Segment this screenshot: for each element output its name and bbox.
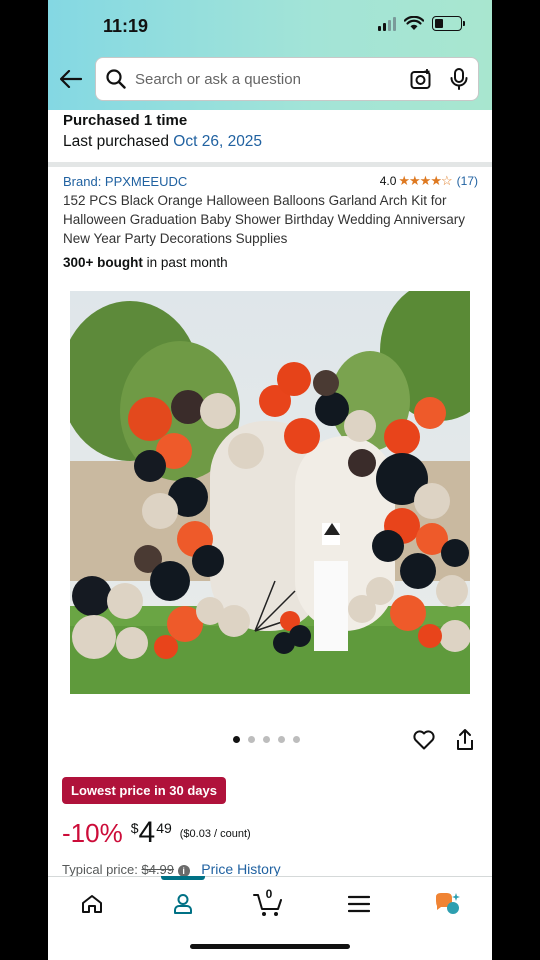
nav-cart-icon[interactable]: 0 [247,887,291,921]
price-fraction: 49 [156,820,172,836]
price-row: -10% $ 4 49 ($0.03 / count) [62,816,251,850]
star-rating-icon: ★★★★☆ [398,173,452,188]
carousel-dot[interactable] [248,736,255,743]
last-purchased-date[interactable]: Oct 26, 2025 [173,133,262,150]
section-divider [48,162,492,167]
unit-price: ($0.03 / count) [179,828,251,840]
bought-count-bold: 300+ bought [63,255,143,270]
home-indicator [190,944,350,949]
purchase-history: Purchased 1 time Last purchased Oct 26, … [63,111,262,153]
search-input[interactable] [135,70,385,88]
bought-count: 300+ bought in past month [63,255,228,270]
signal-icon [378,16,396,31]
last-purchased-label: Last purchased [63,133,174,150]
purchased-count: Purchased 1 time [63,112,188,129]
search-bar[interactable] [95,57,479,101]
review-count: (17) [456,174,478,188]
typical-price-value: $4.99 [141,862,175,877]
nav-home-icon[interactable] [70,887,114,921]
typical-price-label: Typical price: [62,862,142,877]
battery-icon [432,16,465,31]
image-carousel-dots[interactable] [233,736,300,743]
price-whole: 4 [138,816,156,849]
carousel-dot[interactable] [293,736,300,743]
heart-icon[interactable] [412,728,436,757]
product-title: 152 PCS Black Orange Halloween Balloons … [63,193,465,246]
status-time: 11:19 [103,16,149,36]
bottom-nav: 0 [48,876,492,960]
product-image[interactable] [70,291,470,694]
nav-rufus-icon[interactable] [425,887,469,921]
cart-count: 0 [265,887,273,901]
price: $ 4 49 [131,816,172,850]
price-currency: $ [130,820,139,836]
status-icons [378,16,465,31]
nav-account-icon[interactable] [161,887,205,921]
back-arrow-icon[interactable] [58,66,84,92]
carousel-dot[interactable] [233,736,240,743]
nav-active-indicator [161,876,205,880]
carousel-dot[interactable] [278,736,285,743]
search-icon [106,69,126,89]
deal-badge: Lowest price in 30 days [62,777,226,804]
nav-menu-icon[interactable] [337,887,381,921]
discount-percent: -10% [62,818,123,848]
brand-link[interactable]: Brand: PPXMEEUDC [63,174,187,189]
info-icon[interactable]: i [177,864,190,877]
typical-price: Typical price: $4.99 i Price History [62,861,281,877]
rating[interactable]: 4.0 ★★★★☆ (17) [380,173,478,189]
price-history-link[interactable]: Price History [201,861,280,877]
microphone-icon[interactable] [450,68,468,90]
phone-screen: 11:19 Purchased 1 time [48,0,492,960]
carousel-dot[interactable] [263,736,270,743]
bought-count-rest: in past month [142,255,228,270]
camera-lens-icon[interactable] [410,68,432,90]
rating-value: 4.0 [379,174,397,188]
last-purchased: Last purchased Oct 26, 2025 [63,131,262,153]
share-icon[interactable] [454,728,476,757]
header: 11:19 [48,0,492,110]
brand-rating-row: Brand: PPXMEEUDC 4.0 ★★★★☆ (17) [63,173,478,189]
wifi-icon [404,16,424,30]
